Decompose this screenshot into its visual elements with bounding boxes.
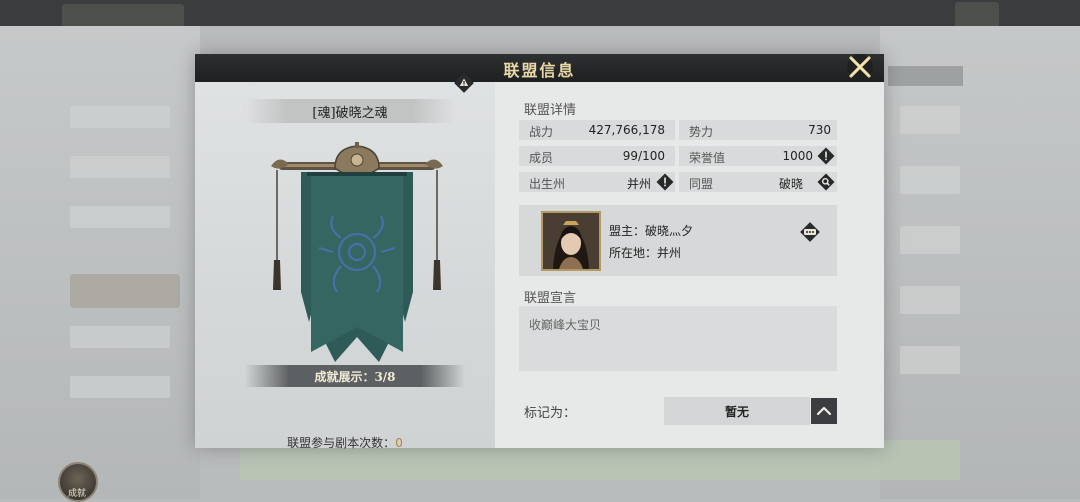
origin-info-button[interactable]: [656, 173, 674, 191]
stat-honor-label: 荣誉值: [689, 151, 726, 165]
mark-toggle-button[interactable]: [811, 398, 837, 424]
alliance-info-dialog: 联盟信息 [魂]破晓之魂 成就展示：3/8 联盟参与剧本次数：0 联盟详情 战力…: [195, 54, 884, 451]
stat-honor: 荣誉值 1000: [679, 146, 837, 166]
background-row: [70, 326, 170, 348]
corner-avatar-button[interactable]: 成就: [58, 462, 98, 502]
mark-label: 标记为：: [524, 406, 577, 421]
leader-portrait-image: [543, 213, 599, 269]
close-icon: [847, 54, 873, 80]
stat-origin-label: 出生州: [529, 177, 566, 191]
chevron-up-icon: [816, 406, 832, 416]
chat-icon: [800, 222, 820, 242]
background-row: [900, 106, 960, 134]
stat-members-value: 99/100: [622, 149, 665, 163]
alert-icon: [817, 147, 835, 165]
leader-card: 盟主：破晓灬夕 所在地：并州: [519, 205, 837, 276]
close-button[interactable]: [843, 50, 877, 84]
alliance-search-button[interactable]: [817, 173, 835, 191]
dialog-header: 联盟信息: [195, 54, 884, 82]
clan-name-bar: [魂]破晓之魂: [245, 99, 455, 123]
clan-banner-area: [魂]破晓之魂 成就展示：3/8 联盟参与剧本次数：0: [195, 73, 495, 451]
background-row: [900, 166, 960, 194]
warning-icon: [454, 73, 474, 93]
report-button[interactable]: [453, 72, 475, 94]
clan-name: [魂]破晓之魂: [312, 106, 388, 121]
clan-banner: [271, 142, 443, 362]
stat-power-label: 战力: [529, 125, 554, 139]
stat-alliance-value: 破晓: [778, 177, 803, 191]
declaration-box: 收巅峰大宝贝: [519, 306, 837, 371]
stat-alliance-label: 同盟: [689, 177, 714, 191]
stat-members: 成员 99/100: [519, 146, 675, 166]
leader-location: 所在地：并州: [609, 246, 682, 260]
stat-members-label: 成员: [529, 151, 554, 165]
leader-name: 盟主：破晓灬夕: [609, 224, 694, 238]
background-row: [70, 376, 170, 398]
stat-origin: 出生州 并州: [519, 172, 675, 192]
stat-power-value: 427,766,178: [588, 123, 665, 137]
background-left-menu: [0, 26, 200, 499]
background-row: [70, 106, 170, 128]
mark-select-value: 暂无: [724, 405, 749, 419]
mark-select[interactable]: 暂无: [664, 397, 810, 425]
leader-avatar[interactable]: [541, 211, 601, 271]
background-right-list: [880, 26, 1080, 499]
chat-button[interactable]: [799, 221, 821, 243]
declaration-section-title: 联盟宣言: [524, 291, 577, 306]
search-icon: [817, 173, 835, 191]
dungeon-participation-count: 0: [395, 436, 403, 450]
background-row: [70, 206, 170, 228]
dungeon-participation: 联盟参与剧本次数：0: [195, 434, 495, 451]
dungeon-participation-label: 联盟参与剧本次数：: [287, 436, 396, 450]
stat-power: 战力 427,766,178: [519, 120, 675, 140]
details-section-title: 联盟详情: [524, 103, 577, 118]
stat-influence-value: 730: [808, 123, 831, 137]
stat-influence: 势力 730: [679, 120, 837, 140]
dialog-title: 联盟信息: [503, 61, 576, 80]
background-strip: [888, 66, 963, 86]
alert-icon: [656, 173, 674, 191]
background-selected-row: [70, 274, 180, 308]
stat-honor-value: 1000: [782, 149, 813, 163]
background-top-bar: [0, 0, 1080, 36]
background-row: [900, 226, 960, 254]
background-row: [70, 156, 170, 178]
achievement-display: 成就展示：3/8: [314, 370, 396, 384]
background-row: [900, 286, 960, 314]
declaration-text: 收巅峰大宝贝: [529, 318, 602, 332]
background-row: [900, 346, 960, 374]
stat-influence-label: 势力: [689, 125, 714, 139]
stat-alliance: 同盟 破晓: [679, 172, 837, 192]
honor-info-button[interactable]: [817, 147, 835, 165]
corner-avatar-label: 成就: [68, 489, 87, 499]
achievement-bar[interactable]: 成就展示：3/8: [245, 365, 465, 387]
stat-origin-value: 并州: [626, 177, 651, 191]
